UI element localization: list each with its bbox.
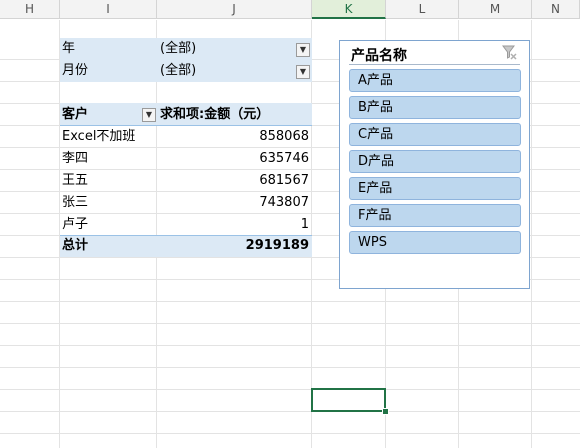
pivot-row-amount[interactable]: 1	[157, 214, 312, 235]
slicer-item[interactable]: C产品	[349, 123, 521, 146]
filter-label-month: 月份	[62, 63, 89, 78]
active-cell-selection[interactable]	[311, 388, 386, 412]
slicer-divider	[349, 64, 520, 65]
pivot-header-sum: 求和项:金额（元）	[160, 107, 270, 122]
fill-handle[interactable]	[382, 408, 389, 415]
pivot-row-amount[interactable]: 681567	[157, 170, 312, 191]
column-header-i[interactable]: I	[60, 0, 157, 19]
column-header-m[interactable]: M	[459, 0, 532, 19]
pivot-row-customer[interactable]: 张三	[62, 192, 88, 213]
column-header-l[interactable]: L	[386, 0, 459, 19]
slicer-item[interactable]: F产品	[349, 204, 521, 227]
dropdown-arrow-icon[interactable]: ▼	[296, 65, 310, 79]
slicer-item[interactable]: A产品	[349, 69, 521, 92]
slicer-item[interactable]: D产品	[349, 150, 521, 173]
pivot-row-customer[interactable]: Excel不加班	[62, 126, 135, 147]
slicer-item[interactable]: E产品	[349, 177, 521, 200]
pivot-header-customer: 客户	[62, 107, 89, 122]
filter-label-year: 年	[62, 41, 76, 56]
filter-value-month[interactable]: (全部)	[160, 60, 196, 81]
filter-value-year[interactable]: (全部)	[160, 38, 196, 59]
clear-filter-icon[interactable]	[501, 44, 517, 60]
slicer-item[interactable]: WPS	[349, 231, 521, 254]
column-header-k[interactable]: K	[312, 0, 386, 19]
column-header-n[interactable]: N	[532, 0, 580, 19]
pivot-row-customer[interactable]: 李四	[62, 148, 88, 169]
pivot-row-amount[interactable]: 743807	[157, 192, 312, 213]
slicer-title: 产品名称	[351, 48, 407, 64]
pivot-row-customer[interactable]: 卢子	[62, 214, 88, 235]
pivot-total-value[interactable]: 2919189	[157, 235, 312, 256]
pivot-row-customer[interactable]: 王五	[62, 170, 88, 191]
pivot-row-amount[interactable]: 858068	[157, 126, 312, 147]
pivot-total-label[interactable]: 总计	[62, 235, 88, 256]
slicer-product-name[interactable]: 产品名称 A产品 B产品 C产品 D产品 E产品 F产品 WPS	[339, 40, 530, 289]
column-header-h[interactable]: H	[0, 0, 60, 19]
dropdown-arrow-icon[interactable]: ▼	[296, 43, 310, 57]
dropdown-arrow-icon[interactable]: ▼	[142, 108, 156, 122]
pivot-row-amount[interactable]: 635746	[157, 148, 312, 169]
slicer-item[interactable]: B产品	[349, 96, 521, 119]
column-header-j[interactable]: J	[157, 0, 312, 19]
